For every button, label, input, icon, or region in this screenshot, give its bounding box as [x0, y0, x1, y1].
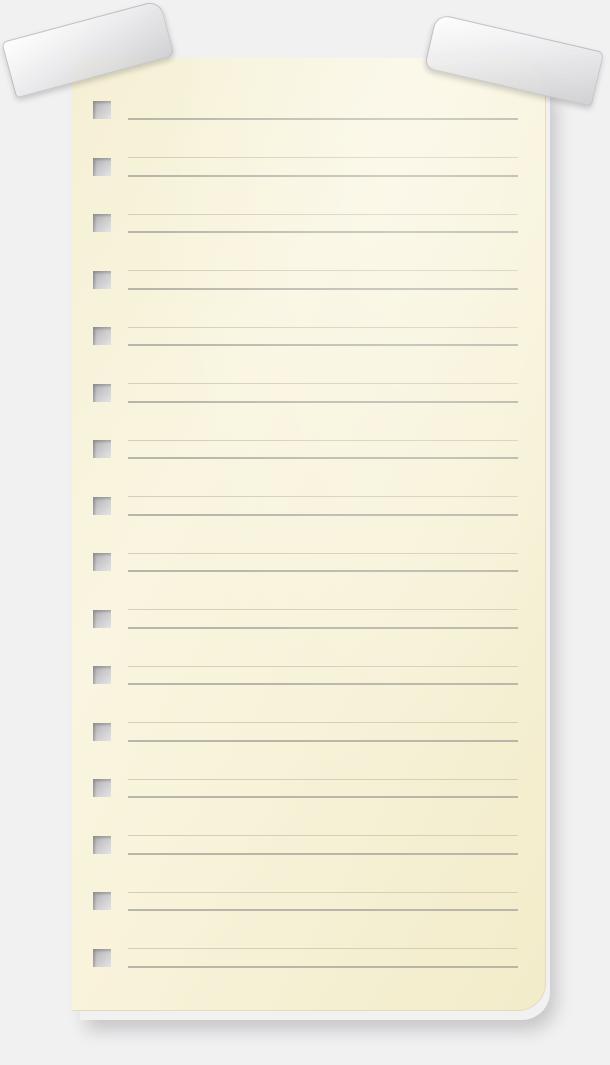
ruled-line-faint	[128, 439, 518, 441]
ruled-line	[128, 118, 518, 120]
ruled-line	[128, 965, 518, 968]
ruled-line	[128, 457, 518, 459]
punch-hole	[93, 835, 111, 854]
ruled-line-faint	[128, 835, 518, 837]
punch-hole	[93, 666, 111, 684]
punch-hole	[93, 553, 111, 571]
punch-hole	[93, 270, 111, 289]
ruled-line-faint	[128, 270, 518, 272]
ruled-line-faint	[128, 665, 518, 667]
punch-hole	[93, 609, 111, 628]
ruled-line	[128, 570, 518, 572]
punch-hole	[93, 101, 111, 119]
punch-hole	[93, 722, 111, 741]
punch-hole	[93, 440, 111, 458]
punch-hole	[93, 948, 111, 967]
ruled-line	[128, 626, 518, 629]
ruled-line	[128, 287, 518, 290]
punch-hole	[93, 327, 111, 345]
ruled-line	[128, 513, 518, 516]
ruled-line-faint	[128, 948, 518, 950]
ruled-line	[128, 683, 518, 685]
ruled-line-faint	[128, 609, 518, 611]
punch-hole	[93, 157, 111, 176]
ruled-line-faint	[128, 891, 518, 893]
ruled-line-faint	[128, 383, 518, 385]
ruled-line	[128, 852, 518, 855]
ruled-line	[128, 909, 518, 911]
ruled-line	[128, 796, 518, 798]
punch-hole	[93, 214, 111, 232]
punch-hole	[93, 779, 111, 797]
punch-hole	[93, 496, 111, 515]
punch-hole	[93, 383, 111, 402]
ruled-line-faint	[128, 496, 518, 498]
punch-hole	[93, 892, 111, 910]
ruled-line	[128, 174, 518, 177]
ruled-line-faint	[128, 213, 518, 215]
ruled-line	[128, 231, 518, 233]
notebook-page	[72, 58, 546, 1011]
ruled-line	[128, 739, 518, 742]
ruled-line-faint	[128, 552, 518, 554]
ruled-line	[128, 344, 518, 346]
ruled-line	[128, 400, 518, 403]
ruled-line-faint	[128, 778, 518, 780]
ruled-line-faint	[128, 326, 518, 328]
ruled-line-faint	[128, 722, 518, 724]
ruled-line-faint	[128, 157, 518, 159]
